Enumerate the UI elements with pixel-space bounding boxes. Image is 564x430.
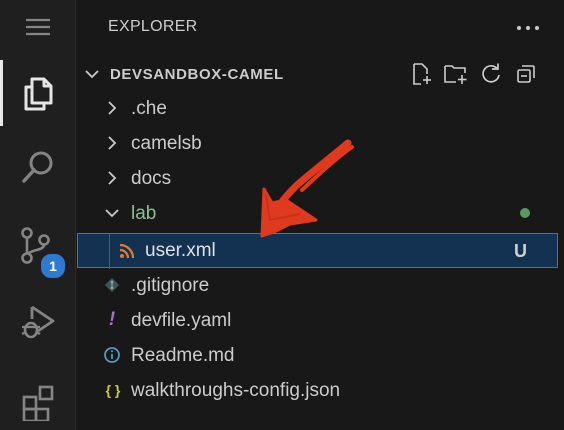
workspace-title: DEVSANDBOX-CAMEL	[110, 66, 284, 83]
activity-explorer[interactable]	[0, 60, 76, 126]
tree-item-label: docs	[131, 168, 172, 189]
tree-file-readme[interactable]: Readme.md	[76, 338, 564, 373]
activity-run-debug[interactable]	[0, 288, 76, 354]
indent-guide	[109, 234, 110, 269]
new-folder-button[interactable]	[441, 61, 470, 87]
git-status-untracked: U	[514, 241, 527, 261]
collapse-all-icon	[516, 65, 535, 83]
activity-search[interactable]	[0, 134, 76, 200]
tree-folder-camelsb[interactable]: camelsb	[76, 126, 564, 161]
chevron-right-icon	[108, 136, 117, 150]
tree-item-label: camelsb	[131, 133, 202, 154]
more-actions-button[interactable]	[514, 14, 542, 42]
tree-folder-docs[interactable]: docs	[76, 161, 564, 196]
modified-dot-icon	[520, 208, 530, 218]
explorer-header: EXPLORER	[76, 0, 564, 56]
json-braces-icon: { }	[105, 382, 121, 398]
workspace-section-header[interactable]: DEVSANDBOX-CAMEL	[76, 56, 564, 92]
tree-folder-che[interactable]: .che	[76, 91, 564, 126]
tree-file-gitignore[interactable]: .gitignore	[76, 268, 564, 303]
chevron-down-icon	[85, 70, 99, 79]
tree-item-label: walkthroughs-config.json	[131, 380, 341, 401]
ellipsis-icon	[517, 26, 539, 30]
refresh-button[interactable]	[476, 61, 505, 87]
new-file-icon	[412, 63, 431, 85]
files-icon	[24, 77, 53, 111]
tree-item-label: user.xml	[145, 240, 216, 261]
tree-item-label: .che	[131, 98, 167, 119]
tree-file-walkthroughs-config[interactable]: { } walkthroughs-config.json	[76, 373, 564, 408]
rss-icon	[119, 243, 135, 259]
tree-folder-lab[interactable]: lab	[76, 196, 564, 231]
tree-item-label: Readme.md	[131, 345, 235, 366]
chevron-right-icon	[108, 101, 117, 115]
exclamation-icon: !	[108, 309, 116, 330]
tree-item-label: lab	[131, 203, 157, 224]
activity-extensions[interactable]	[0, 368, 76, 430]
section-actions	[406, 61, 540, 87]
chevron-down-icon	[105, 209, 119, 218]
refresh-icon	[481, 63, 500, 83]
chevron-right-icon	[108, 171, 117, 185]
hamburger-menu-icon	[26, 18, 50, 36]
tree-file-user-xml[interactable]: user.xml U	[77, 233, 558, 269]
vscode-window: 1 EXPLORER DEVSANDBOX-CAMEL .che camelsb…	[0, 0, 564, 430]
explorer-title: EXPLORER	[108, 18, 198, 35]
activity-bar: 1	[0, 0, 76, 430]
tree-item-label: devfile.yaml	[131, 310, 232, 331]
collapse-all-button[interactable]	[511, 61, 540, 87]
activity-menu[interactable]	[0, 0, 76, 54]
search-icon	[22, 151, 53, 183]
tree-file-devfile[interactable]: ! devfile.yaml	[76, 303, 564, 338]
new-file-button[interactable]	[406, 61, 435, 87]
extensions-icon	[22, 385, 54, 421]
tree-item-label: .gitignore	[131, 275, 210, 296]
git-icon	[104, 277, 120, 293]
info-icon	[104, 347, 120, 363]
source-control-badge: 1	[39, 252, 67, 280]
run-debug-icon	[21, 305, 55, 339]
new-folder-icon	[443, 65, 466, 84]
explorer-sidebar: EXPLORER DEVSANDBOX-CAMEL .che camelsb d…	[76, 0, 564, 430]
